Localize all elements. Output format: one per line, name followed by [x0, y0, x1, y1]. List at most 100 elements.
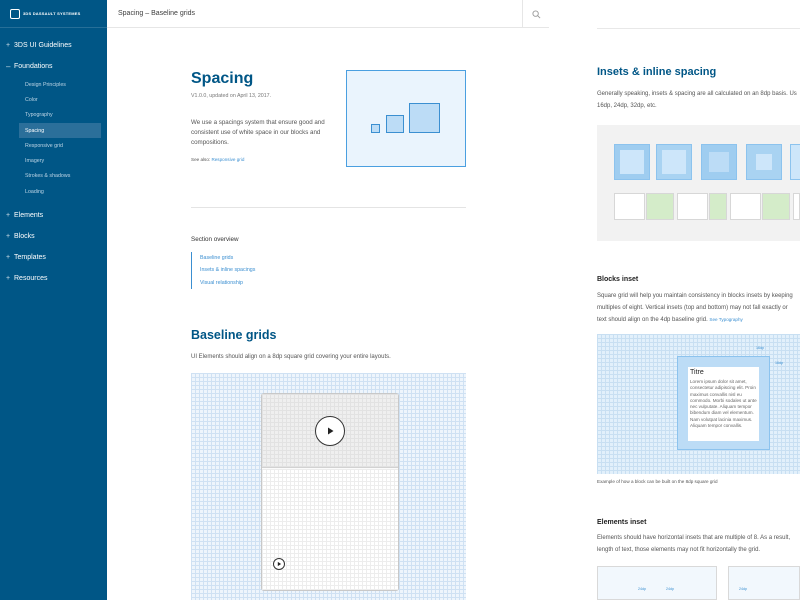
- insets-heading: Insets & inline spacing: [597, 66, 717, 78]
- dimension-label: 16dp: [775, 361, 783, 365]
- inline-spacing-tile: [646, 193, 674, 220]
- inset-tile: [656, 144, 692, 180]
- blocks-text: Square grid will help you maintain consi…: [597, 293, 793, 299]
- inline-tile: [730, 193, 761, 220]
- intro-text: We use a spacings system that ensure goo…: [191, 119, 325, 146]
- version-text: V1.0.0, updated on April 13, 2017.: [191, 93, 272, 99]
- elements-text: length of text, those elements may not f…: [597, 547, 761, 553]
- block-body: Lorem ipsum dolor sit amet, consectetur …: [690, 379, 757, 429]
- baseline-grid-illustration: [191, 373, 466, 600]
- breadcrumb: Spacing – Baseline grids: [118, 10, 196, 17]
- typography-link[interactable]: See Typography: [709, 317, 742, 322]
- insets-illustration: [597, 125, 800, 241]
- plus-icon: +: [6, 275, 11, 283]
- divider: [191, 207, 466, 208]
- element-example: 24dp: [728, 566, 800, 600]
- sidebar-subitem-design-principles[interactable]: Design Principles: [0, 77, 107, 92]
- block-grid-illustration: 16dp 16dp Titre Lorem ipsum dolor sit am…: [597, 334, 800, 474]
- plus-icon: +: [6, 233, 11, 241]
- hero-illustration: [346, 70, 466, 167]
- blocks-text: multiples of eight. Vertical insets (top…: [597, 305, 788, 311]
- plus-icon: +: [6, 42, 11, 49]
- sidebar: 3DS DASSAULT SYSTEMES + 3DS UI Guideline…: [0, 0, 107, 600]
- blocks-text-line: text should align on the 4dp baseline gr…: [597, 317, 708, 323]
- search-button[interactable]: [522, 0, 549, 28]
- minus-icon: –: [6, 62, 11, 71]
- sidebar-item-templates[interactable]: + Templates: [0, 247, 107, 268]
- elements-text: Elements should have horizontal insets t…: [597, 535, 791, 541]
- inset-tile: [701, 144, 737, 180]
- sidebar-item-blocks[interactable]: + Blocks: [0, 226, 107, 247]
- video-area: [262, 394, 398, 468]
- medium-square: [386, 115, 404, 133]
- dimension-label: 24dp: [638, 587, 646, 591]
- block-example: Titre Lorem ipsum dolor sit amet, consec…: [677, 356, 770, 450]
- sidebar-item-foundations[interactable]: – Foundations: [0, 56, 107, 77]
- preview-page: Insets & inline spacing Generally speaki…: [549, 0, 800, 600]
- divider: [597, 28, 800, 29]
- sidebar-subitem-color[interactable]: Color: [0, 92, 107, 107]
- overview-link-baseline-grids[interactable]: Baseline grids: [200, 252, 255, 264]
- sidebar-subitem-strokes-shadows[interactable]: Strokes & shadows: [0, 169, 107, 184]
- baseline-grids-text: UI Elements should align on a 8dp square…: [191, 354, 391, 360]
- sidebar-subitem-responsive-grid[interactable]: Responsive grid: [0, 138, 107, 153]
- top-bar: Spacing – Baseline grids: [107, 0, 549, 28]
- inline-spacing-tile: [762, 193, 790, 220]
- inset-tile: [614, 144, 650, 180]
- baseline-grids-heading: Baseline grids: [191, 328, 277, 342]
- sidebar-subitem-spacing[interactable]: Spacing: [19, 122, 101, 139]
- section-overview-title: Section overview: [191, 236, 239, 243]
- sidebar-item-elements[interactable]: + Elements: [0, 205, 107, 226]
- inline-spacing-tile: [709, 193, 727, 220]
- small-square: [371, 124, 380, 133]
- sidebar-item-resources[interactable]: + Resources: [0, 268, 107, 289]
- sidebar-item-label: 3DS UI Guidelines: [14, 42, 72, 49]
- block-caption: Example of how a block can be built on t…: [597, 479, 718, 484]
- small-play-button[interactable]: [273, 558, 285, 570]
- elements-illustration: 24dp 24dp 24dp: [597, 566, 800, 600]
- blocks-text: text should align on the 4dp baseline gr…: [597, 314, 743, 326]
- logo[interactable]: 3DS DASSAULT SYSTEMES: [0, 0, 107, 28]
- inset-tile: [746, 144, 782, 180]
- sidebar-subitem-imagery[interactable]: Imagery: [0, 153, 107, 168]
- main-content: Spacing – Baseline grids Spacing V1.0.0,…: [107, 0, 549, 600]
- insets-text: 16dp, 24dp, 32dp, etc.: [597, 103, 657, 109]
- large-square: [409, 103, 440, 133]
- sidebar-subitem-loading[interactable]: Loading: [0, 184, 107, 199]
- inline-tile: [614, 193, 645, 220]
- brand-icon: [10, 8, 20, 19]
- foundations-submenu: Design Principles Color Typography Spaci…: [0, 77, 107, 205]
- block-inner: Titre Lorem ipsum dolor sit amet, consec…: [688, 367, 759, 441]
- sidebar-subitem-typography[interactable]: Typography: [0, 108, 107, 123]
- dimension-label: 24dp: [739, 587, 747, 591]
- dimension-label: 24dp: [666, 587, 674, 591]
- phone-mockup: [261, 393, 399, 591]
- sidebar-item-label: Foundations: [14, 63, 53, 70]
- section-overview-list: Baseline grids Insets & inline spacings …: [191, 252, 255, 289]
- blocks-inset-heading: Blocks inset: [597, 276, 639, 283]
- logo-text: 3DS DASSAULT SYSTEMES: [23, 10, 81, 16]
- overview-link-visual-relationship[interactable]: Visual relationship: [200, 277, 255, 289]
- sidebar-nav: + 3DS UI Guidelines – Foundations Design…: [0, 28, 107, 289]
- play-icon: [277, 561, 282, 567]
- page-title: Spacing: [191, 70, 254, 87]
- inset-tile: [790, 144, 800, 180]
- see-also: See also: Responsive grid: [191, 157, 244, 162]
- sidebar-item-label: Elements: [14, 212, 44, 220]
- play-button[interactable]: [315, 415, 345, 446]
- sidebar-item-3ds-ui-guidelines[interactable]: + 3DS UI Guidelines: [0, 35, 107, 56]
- overview-link-insets[interactable]: Insets & inline spacings: [200, 264, 255, 276]
- sidebar-item-label: Resources: [14, 275, 48, 283]
- inline-tile: [677, 193, 708, 220]
- inline-tile: [793, 193, 800, 220]
- element-example: 24dp 24dp: [597, 566, 717, 600]
- plus-icon: +: [6, 254, 11, 262]
- sidebar-item-label: Templates: [14, 254, 46, 262]
- see-also-link[interactable]: Responsive grid: [211, 157, 244, 162]
- phone-body: [262, 469, 398, 590]
- block-title: Titre: [690, 369, 704, 376]
- insets-text: Generally speaking, insets & spacing are…: [597, 91, 797, 97]
- sidebar-item-label: Blocks: [14, 233, 35, 241]
- play-icon: [328, 427, 334, 434]
- search-icon: [531, 9, 540, 18]
